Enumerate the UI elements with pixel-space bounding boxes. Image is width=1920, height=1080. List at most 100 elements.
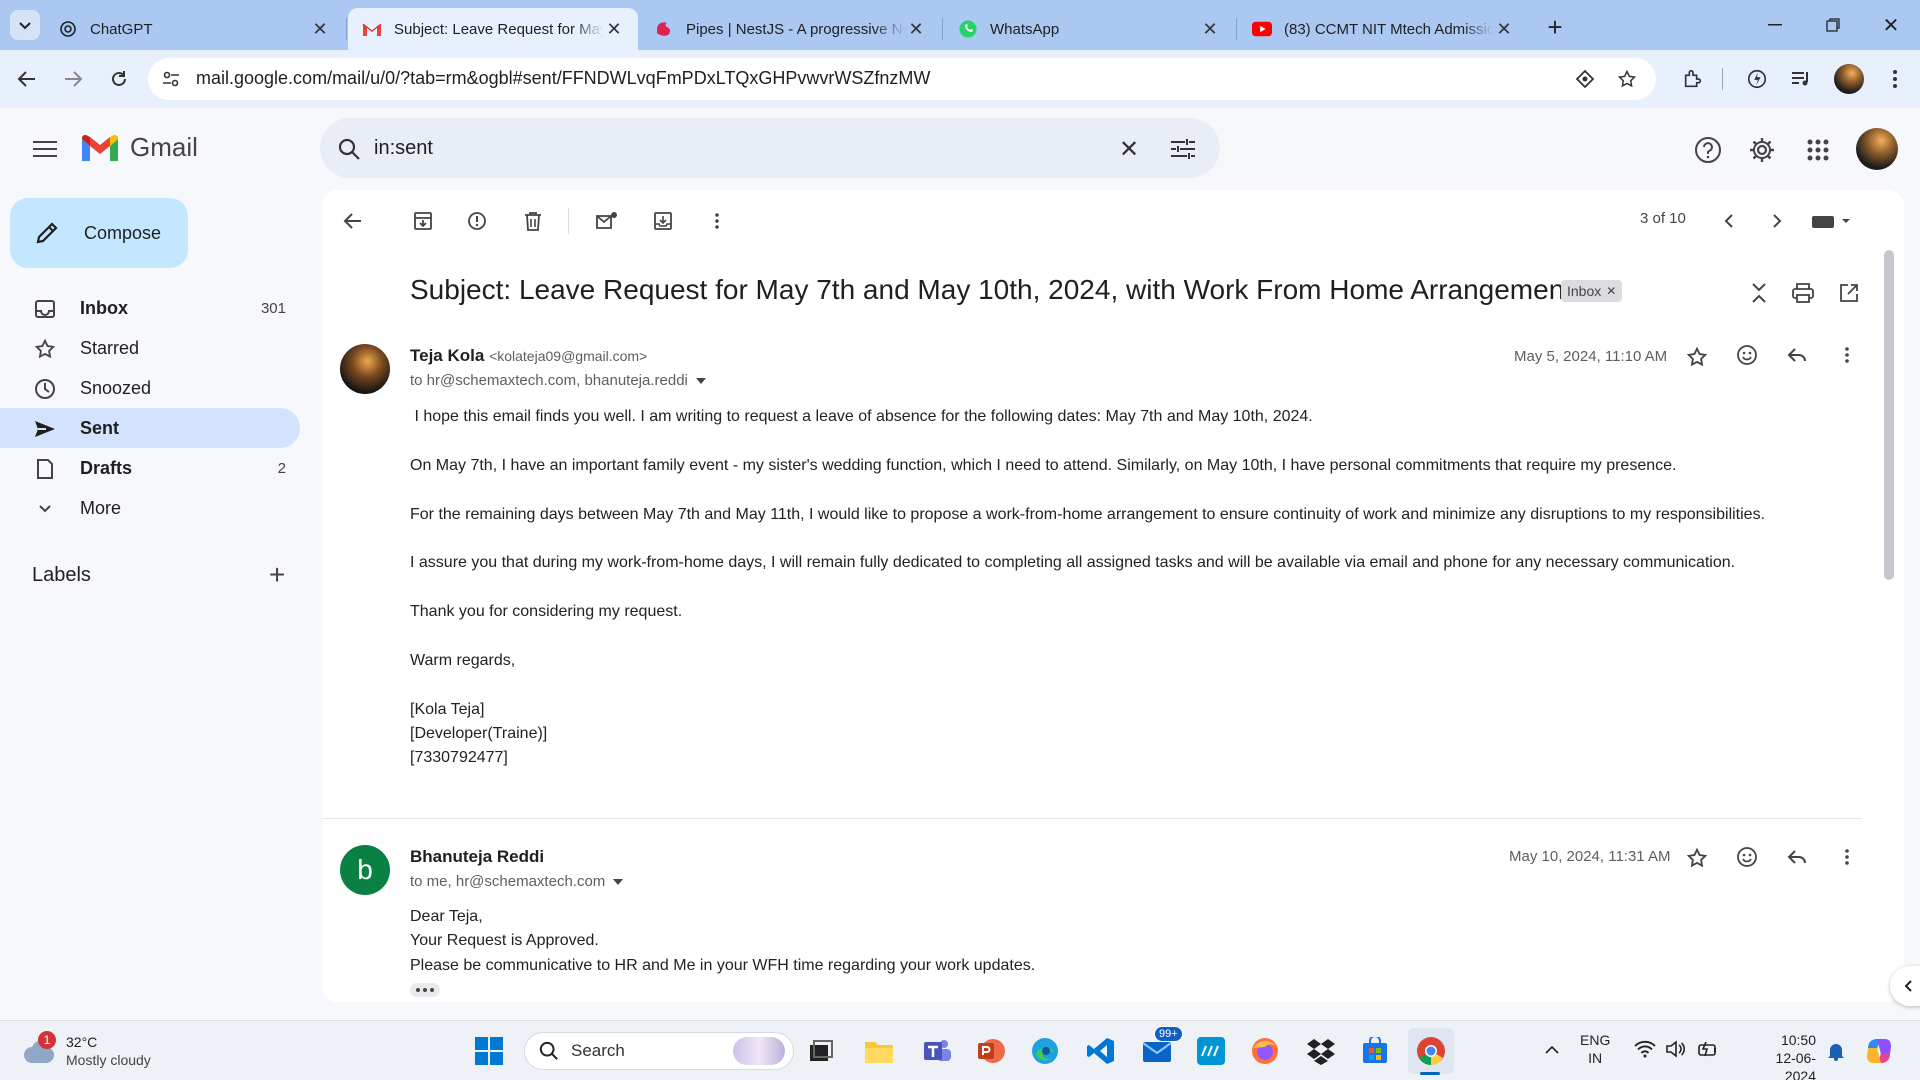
close-icon[interactable]: ✕ — [1494, 19, 1514, 39]
close-icon[interactable]: ✕ — [1200, 19, 1220, 39]
search-button[interactable] — [334, 134, 364, 164]
open-new-window-button[interactable] — [1834, 278, 1864, 308]
more-actions-button[interactable] — [702, 206, 732, 236]
sidebar-item-inbox[interactable]: Inbox 301 — [0, 288, 300, 328]
print-button[interactable] — [1788, 278, 1818, 308]
bookmark-button[interactable] — [1614, 66, 1640, 92]
lens-button[interactable] — [1572, 66, 1598, 92]
reply-button[interactable] — [1782, 842, 1812, 872]
sidebar-item-more[interactable]: More — [0, 488, 300, 528]
notifications-button[interactable] — [1824, 1038, 1848, 1064]
restore-button[interactable] — [1818, 12, 1848, 38]
show-hidden-icons-button[interactable] — [1540, 1038, 1564, 1062]
copilot-button[interactable] — [1862, 1034, 1896, 1068]
minimize-button[interactable] — [1760, 12, 1790, 38]
start-button[interactable] — [472, 1034, 506, 1068]
collapse-all-button[interactable] — [1744, 278, 1774, 308]
search-bar[interactable] — [320, 118, 1220, 178]
sender-name[interactable]: Teja Kola — [410, 346, 484, 365]
close-icon[interactable]: ✕ — [604, 19, 624, 39]
close-window-button[interactable]: ✕ — [1876, 12, 1906, 38]
performance-button[interactable] — [1742, 64, 1772, 94]
sender-avatar[interactable] — [340, 344, 390, 394]
tab-search-button[interactable] — [10, 10, 40, 40]
media-button[interactable] — [1786, 64, 1816, 94]
browser-tab-whatsapp[interactable]: WhatsApp ✕ — [944, 8, 1234, 50]
caret-down-icon[interactable] — [613, 878, 624, 885]
powerpoint-button[interactable] — [974, 1034, 1008, 1068]
account-avatar[interactable] — [1856, 128, 1898, 170]
input-tools-button[interactable] — [1808, 206, 1856, 236]
dropbox-button[interactable] — [1304, 1034, 1338, 1068]
url-text[interactable]: mail.google.com/mail/u/0/?tab=rm&ogbl#se… — [196, 68, 930, 89]
delete-button[interactable] — [518, 206, 548, 236]
sidebar-item-starred[interactable]: Starred — [0, 328, 300, 368]
back-button[interactable] — [12, 64, 42, 94]
forward-button[interactable] — [58, 64, 88, 94]
settings-button[interactable] — [1746, 134, 1778, 166]
new-tab-button[interactable]: + — [1540, 12, 1570, 42]
sidebar-item-drafts[interactable]: Drafts 2 — [0, 448, 300, 488]
browser-tab-chatgpt[interactable]: ChatGPT ✕ — [44, 8, 344, 50]
extensions-button[interactable] — [1678, 64, 1708, 94]
sidebar-item-sent[interactable]: Sent — [0, 408, 300, 448]
language-indicator[interactable]: ENG IN — [1580, 1031, 1610, 1067]
reply-button[interactable] — [1782, 340, 1812, 370]
older-button[interactable] — [1762, 206, 1792, 236]
help-button[interactable] — [1692, 134, 1724, 166]
main-menu-button[interactable] — [28, 134, 62, 164]
vscode-icon — [1087, 1038, 1114, 1064]
search-input[interactable]: in:sent — [374, 137, 433, 160]
sender-name[interactable]: Bhanuteja Reddi — [410, 847, 544, 867]
scrollbar-thumb[interactable] — [1884, 250, 1894, 580]
firefox-button[interactable] — [1248, 1034, 1282, 1068]
close-icon[interactable]: ✕ — [906, 19, 926, 39]
reload-button[interactable] — [104, 64, 134, 94]
taskbar-search[interactable]: Search — [524, 1032, 794, 1070]
gmail-logo[interactable]: Gmail — [80, 132, 198, 163]
show-trimmed-content-button[interactable] — [410, 983, 440, 997]
create-label-button[interactable]: + — [264, 559, 290, 590]
caret-down-icon[interactable] — [695, 377, 706, 384]
browser-tab-nestjs[interactable]: Pipes | NestJS - A progressive Node.js f… — [640, 8, 940, 50]
edge-button[interactable] — [1028, 1034, 1062, 1068]
add-reaction-button[interactable] — [1732, 340, 1762, 370]
region-code: IN — [1588, 1050, 1603, 1066]
sidebar-item-snoozed[interactable]: Snoozed — [0, 368, 300, 408]
close-icon[interactable]: ✕ — [1606, 284, 1616, 298]
move-to-button[interactable] — [648, 206, 678, 236]
sender-avatar[interactable]: b — [340, 845, 390, 895]
file-explorer-button[interactable] — [862, 1034, 896, 1068]
report-spam-button[interactable] — [462, 206, 492, 236]
weather-widget[interactable]: 1 32°C Mostly cloudy — [22, 1031, 151, 1069]
search-options-button[interactable] — [1168, 134, 1198, 164]
store-button[interactable] — [1358, 1034, 1392, 1068]
newer-button[interactable] — [1714, 206, 1744, 236]
message-more-button[interactable] — [1832, 340, 1862, 370]
archive-button[interactable] — [408, 206, 438, 236]
chrome-button[interactable] — [1414, 1034, 1448, 1068]
compose-button[interactable]: Compose — [10, 198, 188, 268]
browser-tab-gmail[interactable]: Subject: Leave Request for May 7th and M… — [348, 8, 638, 50]
close-icon[interactable]: ✕ — [310, 19, 330, 39]
site-info-button[interactable] — [158, 66, 184, 92]
mail-button[interactable]: 99+ — [1140, 1026, 1183, 1068]
system-tray-group[interactable] — [1634, 1040, 1720, 1058]
teams-button[interactable] — [920, 1034, 954, 1068]
back-to-list-button[interactable] — [338, 206, 368, 236]
hp-app-button[interactable] — [1194, 1034, 1228, 1068]
apps-button[interactable] — [1802, 134, 1834, 166]
clear-search-button[interactable]: ✕ — [1114, 134, 1144, 164]
browser-menu-button[interactable] — [1880, 64, 1910, 94]
message-more-button[interactable] — [1832, 842, 1862, 872]
inbox-label-chip[interactable]: Inbox ✕ — [1561, 280, 1623, 302]
star-button[interactable] — [1682, 843, 1712, 873]
task-view-button[interactable] — [804, 1034, 838, 1068]
add-reaction-button[interactable] — [1732, 842, 1762, 872]
star-button[interactable] — [1682, 342, 1712, 372]
mark-unread-button[interactable] — [592, 206, 622, 236]
vscode-button[interactable] — [1084, 1034, 1118, 1068]
profile-avatar[interactable] — [1834, 64, 1864, 94]
clock[interactable]: 10:50 12-06-2024 — [1748, 1031, 1816, 1080]
browser-tab-youtube[interactable]: (83) CCMT NIT Mtech Admission ✕ — [1238, 8, 1528, 50]
